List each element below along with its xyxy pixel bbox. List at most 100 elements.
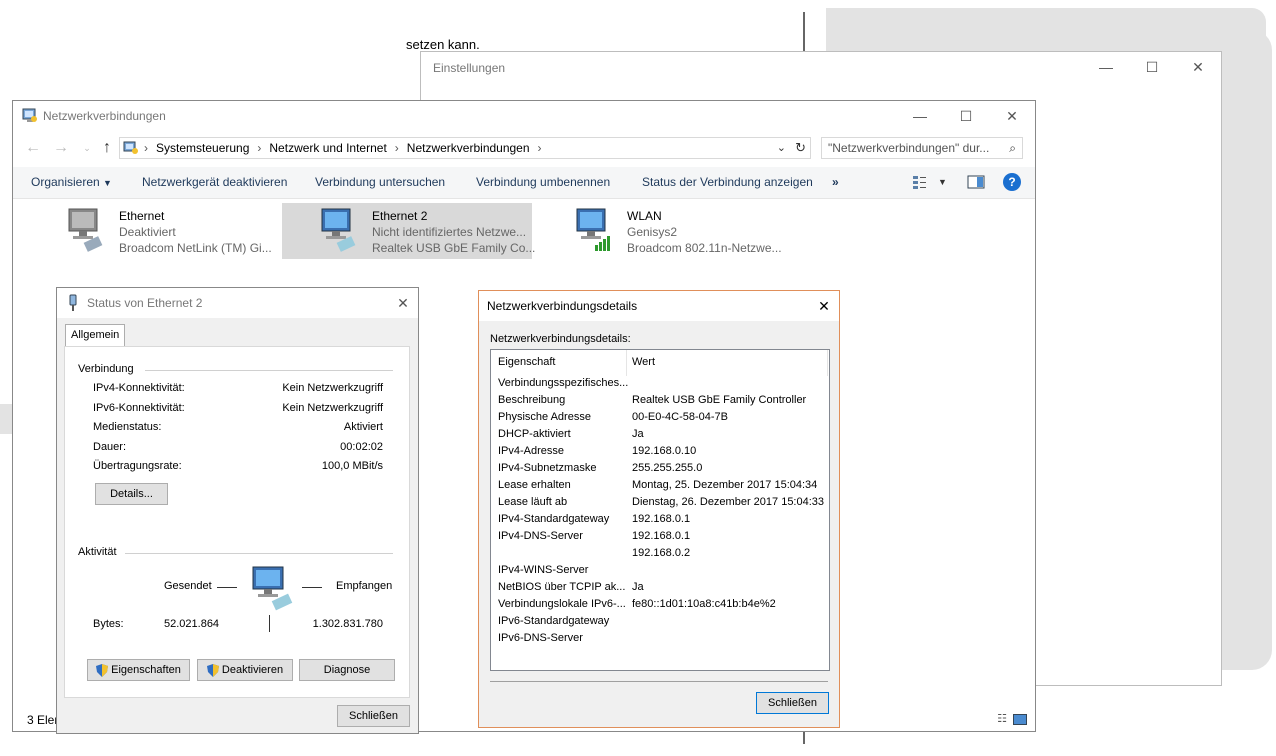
shield-icon [96,663,109,677]
large-icons-view-icon[interactable] [1013,714,1027,725]
network-plug-icon [69,294,77,311]
details-row[interactable]: IPv4-WINS-Server [491,564,829,581]
details-row[interactable]: Physische Adresse 00-E0-4C-58-04-7B [491,411,829,428]
details-property: Verbindungsspezifisches... [498,377,629,389]
breadcrumb-separator: › [257,141,262,155]
background-shadow-right [1222,30,1272,670]
adapter-wlan[interactable]: WLAN Genisys2 Broadcom 802.11n-Netzwe... [537,203,787,259]
close-button[interactable]: ✕ [989,101,1035,131]
details-row[interactable]: IPv4-DNS-Server 192.168.0.1 [491,530,829,547]
maximize-button[interactable]: ☐ [943,101,989,131]
details-button[interactable]: Details... [95,483,168,505]
search-input[interactable]: "Netzwerkverbindungen" dur... ⌕ [821,137,1023,159]
address-bar[interactable]: › Systemsteuerung › Netzwerk und Interne… [119,137,811,159]
adapter-status: Genisys2 [627,225,678,239]
details-row[interactable]: Verbindungsspezifisches... [491,377,829,394]
details-row[interactable]: IPv4-Adresse 192.168.0.10 [491,445,829,462]
properties-label: Eigenschaften [111,664,181,676]
close-button[interactable]: ✕ [388,288,418,318]
details-row[interactable]: Lease erhalten Montag, 25. Dezember 2017 … [491,479,829,496]
tab-panel-allgemein: Verbindung IPv4-Konnektivität: Kein Netz… [64,346,410,698]
close-dialog-button[interactable]: Schließen [337,705,410,727]
minimize-button[interactable]: — [897,101,943,131]
details-row[interactable]: Beschreibung Realtek USB GbE Family Contr… [491,394,829,411]
sent-line [217,587,237,588]
breadcrumb-netzwerk-und-internet[interactable]: Netzwerk und Internet [269,141,386,155]
help-icon[interactable]: ? [1003,173,1021,191]
details-value: 192.168.0.1 [632,530,691,542]
details-value: 255.255.255.0 [632,462,703,474]
adapter-device: Broadcom 802.11n-Netzwe... [627,241,782,255]
adapter-status: Deaktiviert [119,225,176,239]
column-header-value[interactable]: Wert [632,356,655,368]
details-row[interactable]: 192.168.0.2 [491,547,829,564]
recent-dropdown-icon[interactable]: ⌄ [77,138,97,158]
details-row[interactable]: Verbindungslokale IPv6-... fe80::1d01:10a… [491,598,829,615]
refresh-icon[interactable]: ↻ [795,140,806,156]
view-dropdown-icon[interactable]: ▼ [938,177,947,187]
disable-label: Deaktivieren [221,664,284,676]
details-property: Physische Adresse [498,411,591,423]
change-view-icon[interactable] [911,173,929,191]
more-commands-button[interactable]: » [832,175,839,189]
network-adapter-icon [321,208,356,252]
organize-menu[interactable]: Organisieren ▼ [31,175,112,189]
column-header-property[interactable]: Eigenschaft [498,356,555,368]
details-close-button[interactable]: Schließen [756,692,829,714]
minimize-button[interactable]: — [1083,52,1129,82]
details-row[interactable]: Lease läuft ab Dienstag, 26. Dezember 201… [491,496,829,513]
forward-arrow-icon[interactable]: → [51,138,71,158]
address-dropdown-icon[interactable]: ⌄ [777,141,786,154]
command-bar: Organisieren ▼ Netzwerkgerät deaktiviere… [13,167,1035,199]
details-value: 00-E0-4C-58-04-7B [632,411,728,423]
close-button[interactable]: ✕ [1175,52,1221,82]
details-row[interactable]: DHCP-aktiviert Ja [491,428,829,445]
diagnose-connection-button[interactable]: Verbindung untersuchen [315,175,445,189]
diagnose-button[interactable]: Diagnose [299,659,395,681]
preview-pane-icon[interactable] [967,174,985,193]
adapter-ethernet[interactable]: Ethernet Deaktiviert Broadcom NetLink (T… [29,203,279,259]
up-arrow-icon[interactable]: ↑ [97,138,117,158]
details-value: 192.168.0.10 [632,445,697,457]
background-divider-bottom [803,730,805,744]
settings-titlebar: Einstellungen — ☐ ✕ [421,52,1221,82]
bytes-received-value: 1.302.831.780 [312,618,383,630]
disable-button[interactable]: Deaktivieren [197,659,293,681]
details-value: fe80::1d01:10a8:c41b:b4e%2 [632,598,776,610]
details-property: IPv4-Standardgateway [498,513,610,525]
disable-device-button[interactable]: Netzwerkgerät deaktivieren [142,175,287,189]
ipv6-connectivity-value: Kein Netzwerkzugriff [282,402,383,414]
details-row[interactable]: IPv4-Standardgateway 192.168.0.1 [491,513,829,530]
details-list[interactable]: Eigenschaft Wert Verbindungsspezifisches… [490,349,830,671]
details-title: Netzwerkverbindungsdetails [487,299,638,313]
details-row[interactable]: IPv4-Subnetzmaske 255.255.255.0 [491,462,829,479]
adapter-ethernet-2[interactable]: Ethernet 2 Nicht identifiziertes Netzwe.… [282,203,535,259]
details-view-icon[interactable]: ☷ [997,712,1007,725]
details-property: IPv4-Adresse [498,445,565,457]
adapter-name: WLAN [627,209,662,223]
column-divider [626,350,627,376]
details-row[interactable]: NetBIOS über TCPIP ak... Ja [491,581,829,598]
details-titlebar: Netzwerkverbindungsdetails ✕ [479,291,839,321]
back-arrow-icon[interactable]: ← [23,138,43,158]
duration-value: 00:02:02 [340,441,383,453]
details-value: Realtek USB GbE Family Controller [632,394,807,406]
maximize-button[interactable]: ☐ [1129,52,1175,82]
view-status-button[interactable]: Status der Verbindung anzeigen [642,175,813,189]
details-value: Ja [632,581,644,593]
breadcrumb-netzwerkverbindungen[interactable]: Netzwerkverbindungen [407,141,530,155]
details-list-header: Eigenschaft Wert [491,350,829,376]
details-section-label: Netzwerkverbindungsdetails: [490,333,631,345]
details-row[interactable]: IPv6-Standardgateway [491,615,829,632]
breadcrumb-separator: › [394,141,399,155]
details-property: IPv4-WINS-Server [498,564,589,576]
details-value: Montag, 25. Dezember 2017 15:04:34 [632,479,818,491]
details-property: Lease erhalten [498,479,571,491]
tab-allgemein[interactable]: Allgemein [65,324,125,346]
netconn-title: Netzwerkverbindungen [43,109,166,123]
properties-button[interactable]: Eigenschaften [87,659,190,681]
close-button[interactable]: ✕ [809,291,839,321]
rename-connection-button[interactable]: Verbindung umbenennen [476,175,610,189]
details-row[interactable]: IPv6-DNS-Server [491,632,829,649]
breadcrumb-systemsteuerung[interactable]: Systemsteuerung [156,141,249,155]
